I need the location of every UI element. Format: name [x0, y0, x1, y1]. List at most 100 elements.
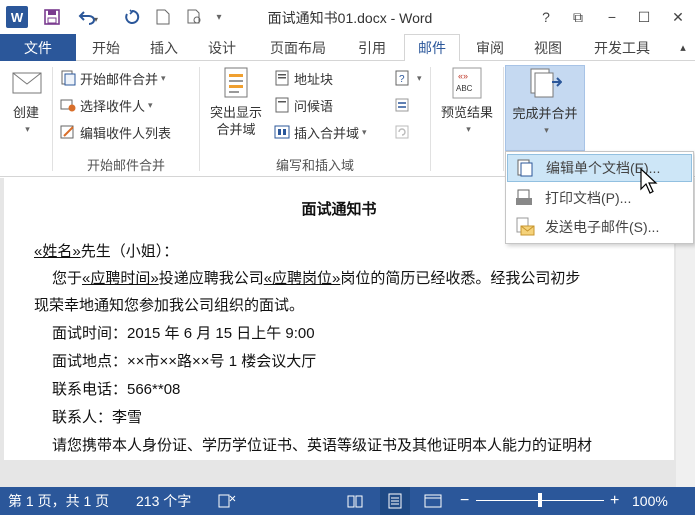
insert-merge-field-label: 插入合并域 — [294, 125, 360, 141]
customize-quick-access-icon[interactable]: ▾ — [212, 6, 226, 28]
select-recipients-button[interactable]: 选择收件人 ▾ — [60, 94, 153, 116]
undo-icon[interactable]: ▾ — [72, 6, 106, 28]
recipients-icon — [60, 99, 76, 112]
update-labels-button[interactable] — [394, 121, 414, 143]
bring-documents-line: 请您携带本人身份证、学历学位证书、英语等级证书及其他证明本人能力的证明材 — [52, 437, 593, 454]
collapse-ribbon-icon[interactable]: ▴ — [674, 34, 692, 61]
paragraph-text: 投递应聘我公司 — [158, 270, 264, 287]
salutation-text: 先生（小姐）： — [80, 243, 179, 260]
menu-item-send-email[interactable]: 发送电子邮件(S)... — [507, 213, 692, 241]
greeting-line-button[interactable]: 问候语 — [274, 94, 333, 116]
address-block-button[interactable]: 地址块 — [274, 67, 333, 89]
zoom-in-button[interactable]: + — [610, 487, 619, 515]
contact-phone: 联系电话：566**08 — [52, 381, 181, 398]
tab-references[interactable]: 引用 — [346, 34, 398, 61]
chevron-down-icon: ▾ — [544, 125, 549, 135]
match-fields-icon — [395, 98, 409, 112]
interview-place: 面试地点：××市××路××号 1 楼会议大厅 — [52, 353, 317, 370]
tab-developer[interactable]: 开发工具 — [580, 34, 664, 61]
maximize-button[interactable]: ☐ — [630, 6, 658, 28]
send-email-icon — [516, 217, 535, 236]
svg-text:?: ? — [399, 74, 405, 85]
match-fields-button[interactable] — [394, 94, 414, 116]
group-label-write-insert-fields: 编写和插入域 — [275, 158, 354, 173]
read-mode-icon[interactable] — [346, 487, 364, 515]
insert-field-icon — [274, 125, 290, 139]
merge-field-position[interactable]: «应聘岗位» — [264, 270, 341, 287]
mouse-cursor-icon — [640, 168, 658, 194]
redo-icon[interactable] — [120, 6, 144, 28]
document-icon — [61, 70, 76, 86]
print-layout-icon[interactable] — [380, 487, 410, 515]
new-doc-icon[interactable] — [152, 6, 174, 28]
word-app-icon[interactable]: W — [6, 6, 28, 28]
print-documents-icon — [516, 189, 532, 205]
edit-recipient-list-button[interactable]: 编辑收件人列表 — [60, 121, 171, 143]
preview-results-icon: «» ABC — [452, 67, 482, 99]
word-count[interactable]: 213 个字 — [136, 487, 191, 515]
web-layout-icon[interactable] — [424, 487, 442, 515]
paragraph-1-line-2: 现荣幸地通知您参加我公司组织的面试。 — [34, 297, 305, 314]
print-preview-icon[interactable] — [184, 6, 206, 28]
ribbon-display-options-button[interactable]: ⧉ — [564, 6, 592, 28]
contact-person: 联系人：李雪 — [52, 409, 143, 426]
select-recipients-label: 选择收件人 — [80, 98, 146, 114]
close-button[interactable]: ✕ — [664, 6, 692, 28]
horizontal-scrollbar[interactable] — [4, 460, 674, 482]
menu-item-edit-individual-documents[interactable]: 编辑单个文档(E)... — [507, 154, 692, 182]
preview-results-button[interactable]: «» ABC 预览结果 ▾ — [434, 65, 500, 138]
menu-item-print-documents[interactable]: 打印文档(P)... — [507, 184, 692, 212]
save-icon[interactable] — [40, 6, 64, 28]
ribbon-tabs: 文件 开始 插入 设计 页面布局 引用 邮件 审阅 视图 开发工具 ▴ — [0, 34, 695, 62]
create-button[interactable]: 创建 ▾ — [4, 65, 48, 138]
svg-text:«»: «» — [458, 71, 468, 81]
edit-documents-icon — [517, 159, 533, 177]
highlight-fields-icon — [224, 67, 248, 98]
status-bar: 第 1 页，共 1 页 213 个字 − + 100% — [0, 487, 695, 515]
highlight-merge-fields-button[interactable]: 突出显示 合并域 — [204, 65, 268, 138]
start-mail-merge-button[interactable]: 开始邮件合并 ▾ — [60, 67, 166, 89]
highlight-fields-label-1: 突出显示 — [209, 105, 262, 120]
salutation-line: «姓名»先生（小姐）： — [34, 240, 178, 261]
create-label: 创建 — [12, 105, 39, 120]
interview-time: 面试时间：2015 年 6 月 15 日上午 9:00 — [52, 325, 315, 342]
merge-field-name[interactable]: «姓名» — [34, 243, 81, 260]
tab-view[interactable]: 视图 — [522, 34, 574, 61]
envelope-icon — [12, 72, 42, 94]
help-button[interactable]: ? — [532, 6, 560, 28]
window-title: 面试通知书01.docx - Word — [267, 10, 433, 26]
insert-merge-field-button[interactable]: 插入合并域 ▾ — [274, 121, 367, 143]
proofing-icon[interactable] — [218, 487, 236, 515]
greeting-line-icon — [275, 97, 289, 113]
tab-mailings[interactable]: 邮件 — [404, 34, 460, 62]
zoom-level[interactable]: 100% — [632, 487, 668, 515]
zoom-slider[interactable] — [476, 487, 604, 515]
finish-and-merge-button[interactable]: 完成并合并 ▾ — [505, 65, 585, 151]
finish-merge-label: 完成并合并 — [512, 106, 578, 121]
zoom-out-button[interactable]: − — [460, 487, 469, 515]
title-bar: W ▾ ▾ 面试通知书01.docx - Word ? ⧉ − ☐ ✕ — [0, 0, 695, 34]
edit-list-icon — [60, 125, 74, 139]
finish-merge-dropdown: 编辑单个文档(E)... 打印文档(P)... 发送电子邮件(S)... — [505, 151, 694, 244]
zoom-slider-thumb[interactable] — [538, 493, 542, 507]
rules-button[interactable]: ? ▾ — [394, 67, 422, 89]
tab-insert[interactable]: 插入 — [138, 34, 190, 61]
minimize-button[interactable]: − — [598, 6, 626, 28]
paragraph-1-line-1: 您于«应聘时间»投递应聘我公司«应聘岗位»岗位的简历已经收悉。经我公司初步 — [52, 267, 580, 288]
edit-recipient-list-label: 编辑收件人列表 — [80, 125, 172, 141]
tab-home[interactable]: 开始 — [80, 34, 132, 61]
tab-design[interactable]: 设计 — [196, 34, 248, 61]
address-block-label: 地址块 — [294, 71, 334, 87]
chevron-down-icon: ▾ — [25, 124, 30, 134]
merge-field-apply-time[interactable]: «应聘时间» — [82, 270, 159, 287]
rules-icon: ? — [395, 70, 409, 86]
finish-merge-icon — [530, 68, 562, 98]
address-block-icon — [275, 70, 289, 86]
tab-review[interactable]: 审阅 — [464, 34, 516, 61]
paragraph-text: 岗位的简历已经收悉。经我公司初步 — [340, 270, 581, 287]
tab-page-layout[interactable]: 页面布局 — [256, 34, 340, 61]
tab-file[interactable]: 文件 — [0, 34, 76, 61]
paragraph-text: 您于 — [52, 270, 83, 287]
page-count[interactable]: 第 1 页，共 1 页 — [8, 487, 109, 515]
preview-results-label: 预览结果 — [440, 105, 493, 120]
